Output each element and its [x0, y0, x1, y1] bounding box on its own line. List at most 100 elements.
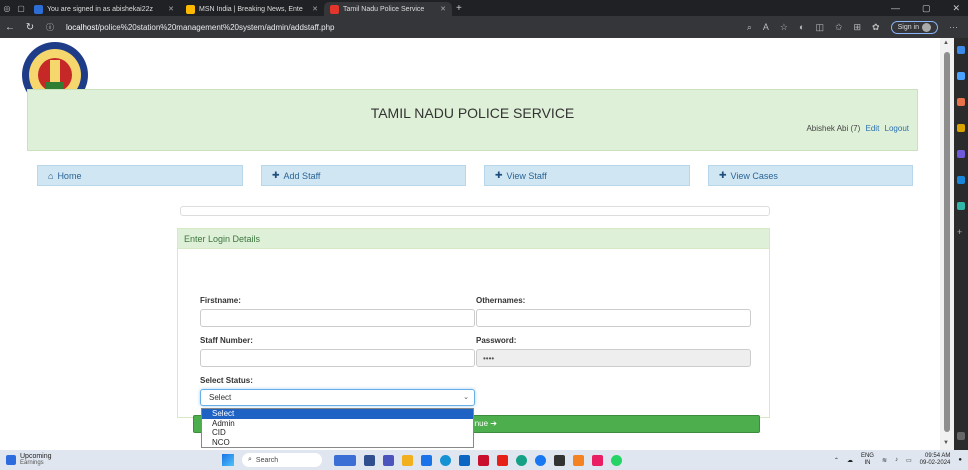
app-icon-mailbox[interactable]: [592, 454, 603, 466]
nav-add-staff-label: Add Staff: [283, 170, 321, 181]
volume-icon[interactable]: ♪: [895, 457, 898, 463]
window-close-icon[interactable]: ✕: [952, 3, 960, 14]
read-aloud-icon[interactable]: A: [763, 22, 769, 32]
new-tab-icon[interactable]: +: [456, 3, 462, 14]
maximize-icon[interactable]: ▢: [922, 3, 931, 14]
tab-label: Tamil Nadu Police Service: [343, 5, 425, 13]
taskbar-search[interactable]: ⌕ Search: [242, 453, 322, 467]
sidebar-office-icon[interactable]: [957, 150, 965, 158]
tab-label: You are signed in as abishekai22z: [47, 5, 153, 13]
app-icon-whatsapp[interactable]: [611, 454, 622, 466]
extensions-icon[interactable]: ◐: [799, 22, 804, 32]
firstname-label: Firstname:: [200, 296, 241, 305]
sidebar-tools-icon[interactable]: [957, 98, 965, 106]
browser-tab-0[interactable]: You are signed in as abishekai22z ✕: [28, 2, 180, 16]
sidebar-games-icon[interactable]: [957, 124, 965, 132]
status-option-cid[interactable]: CID: [202, 428, 473, 438]
nav-add-staff-button[interactable]: ✚ Add Staff: [261, 165, 466, 186]
nav-home-button[interactable]: ⌂ Home: [37, 165, 243, 186]
widget-earnings[interactable]: Upcoming Earnings: [0, 453, 210, 467]
collections-icon[interactable]: ⊞: [854, 22, 862, 33]
app-icon-edge[interactable]: [516, 454, 527, 466]
status-option-nco[interactable]: NCO: [202, 438, 473, 448]
page-scrollbar[interactable]: ▲ ▼: [940, 38, 954, 450]
app-icon-facebook[interactable]: [535, 454, 546, 466]
sidebar-drop-icon[interactable]: [957, 202, 965, 210]
pinned-apps: [334, 454, 622, 466]
favorite-star-icon[interactable]: ☆: [780, 22, 788, 33]
sidebar-settings-icon[interactable]: [957, 432, 965, 440]
clock[interactable]: 09:54 AM 09-02-2024: [920, 453, 951, 467]
system-tray: ⌃ ☁ ENG IN ≋ ♪ ▭ 09:54 AM 09-02-2024 ●: [834, 453, 968, 467]
url-path: /police%20station%20management%20system/…: [97, 22, 335, 32]
notification-icon[interactable]: ●: [958, 457, 962, 463]
plus-icon: ✚: [719, 170, 727, 180]
sidebar-outlook-icon[interactable]: [957, 176, 965, 184]
tray-expand-icon[interactable]: ⌃: [834, 457, 839, 464]
sign-in-button[interactable]: Sign in: [890, 20, 938, 34]
back-icon[interactable]: ←: [0, 22, 20, 33]
calendar-icon: [6, 455, 16, 465]
home-icon: ⌂: [48, 170, 54, 181]
status-dropdown-list: Select Admin CID NCO: [201, 408, 474, 448]
refresh-icon[interactable]: ↻: [20, 22, 40, 33]
sidebar-shopping-icon[interactable]: [957, 72, 965, 80]
app-icon-mail[interactable]: [478, 454, 489, 466]
close-icon[interactable]: ✕: [168, 5, 174, 13]
app-icon-terminal[interactable]: [554, 454, 565, 466]
firstname-input[interactable]: [200, 309, 475, 327]
scroll-thumb[interactable]: [944, 52, 950, 432]
app-icon-cortana[interactable]: [440, 454, 451, 466]
tab-label: MSN India | Breaking News, Ente: [199, 5, 303, 13]
search-page-icon[interactable]: ⌕: [747, 22, 752, 33]
app-icon-store[interactable]: [421, 454, 432, 466]
status-label: Select Status:: [200, 376, 253, 385]
wifi-icon[interactable]: ≋: [882, 457, 887, 464]
info-icon[interactable]: ⓘ: [40, 22, 60, 33]
edit-link[interactable]: Edit: [866, 124, 880, 133]
browser-sidebar: +: [954, 38, 968, 450]
close-icon[interactable]: ✕: [440, 5, 446, 13]
page-title: TAMIL NADU POLICE SERVICE: [370, 105, 575, 121]
app-icon-youtube[interactable]: [497, 454, 508, 466]
windows-start-icon[interactable]: [222, 454, 234, 466]
split-screen-icon[interactable]: ◫: [815, 22, 824, 33]
user-name: Abishek Abi (7): [806, 124, 861, 133]
nav-view-staff-label: View Staff: [506, 170, 547, 181]
favorites-icon[interactable]: ✩: [835, 22, 843, 33]
battery-icon[interactable]: ▭: [906, 457, 912, 464]
nav-view-cases-button[interactable]: ✚ View Cases: [708, 165, 913, 186]
status-select[interactable]: Select ⌄: [200, 389, 475, 406]
logout-link[interactable]: Logout: [885, 124, 909, 133]
tab-actions-icon[interactable]: ▢: [14, 4, 28, 13]
status-option-admin[interactable]: Admin: [202, 419, 473, 429]
status-option-select[interactable]: Select: [202, 409, 473, 419]
chevron-down-icon: ⌄: [463, 394, 469, 401]
tab-favicon-icon: [330, 4, 339, 14]
app-icon-files[interactable]: [402, 454, 413, 466]
sidebar-search-icon[interactable]: [957, 46, 965, 54]
onedrive-icon[interactable]: ☁: [847, 457, 853, 464]
browser-tab-1[interactable]: MSN India | Breaking News, Ente ✕: [180, 2, 324, 16]
minimize-icon[interactable]: —: [891, 3, 900, 14]
url-field[interactable]: localhost/police%20station%20management%…: [66, 23, 334, 32]
app-icon-sublime[interactable]: [573, 454, 584, 466]
staff-number-input[interactable]: [200, 349, 475, 367]
sidebar-add-icon[interactable]: +: [957, 228, 965, 237]
app-icon-linkedin[interactable]: [459, 454, 470, 466]
copilot-icon[interactable]: ✿: [872, 22, 880, 33]
password-input[interactable]: ••••: [476, 349, 751, 367]
scroll-up-icon[interactable]: ▲: [943, 40, 949, 46]
more-menu-icon[interactable]: ···: [949, 22, 958, 32]
app-icon-teams[interactable]: [383, 454, 394, 466]
app-icon-taskview[interactable]: [364, 454, 375, 466]
language-indicator[interactable]: ENG IN: [861, 453, 874, 467]
nav-view-staff-button[interactable]: ✚ View Staff: [484, 165, 690, 186]
profile-icon[interactable]: ◎: [0, 4, 14, 13]
othernames-input[interactable]: [476, 309, 751, 327]
browser-tab-2[interactable]: Tamil Nadu Police Service ✕: [324, 2, 452, 16]
header-banner: TAMIL NADU POLICE SERVICE Abishek Abi (7…: [27, 89, 918, 151]
app-icon-widgets[interactable]: [334, 454, 356, 466]
scroll-down-icon[interactable]: ▼: [943, 440, 949, 446]
close-icon[interactable]: ✕: [312, 5, 318, 13]
